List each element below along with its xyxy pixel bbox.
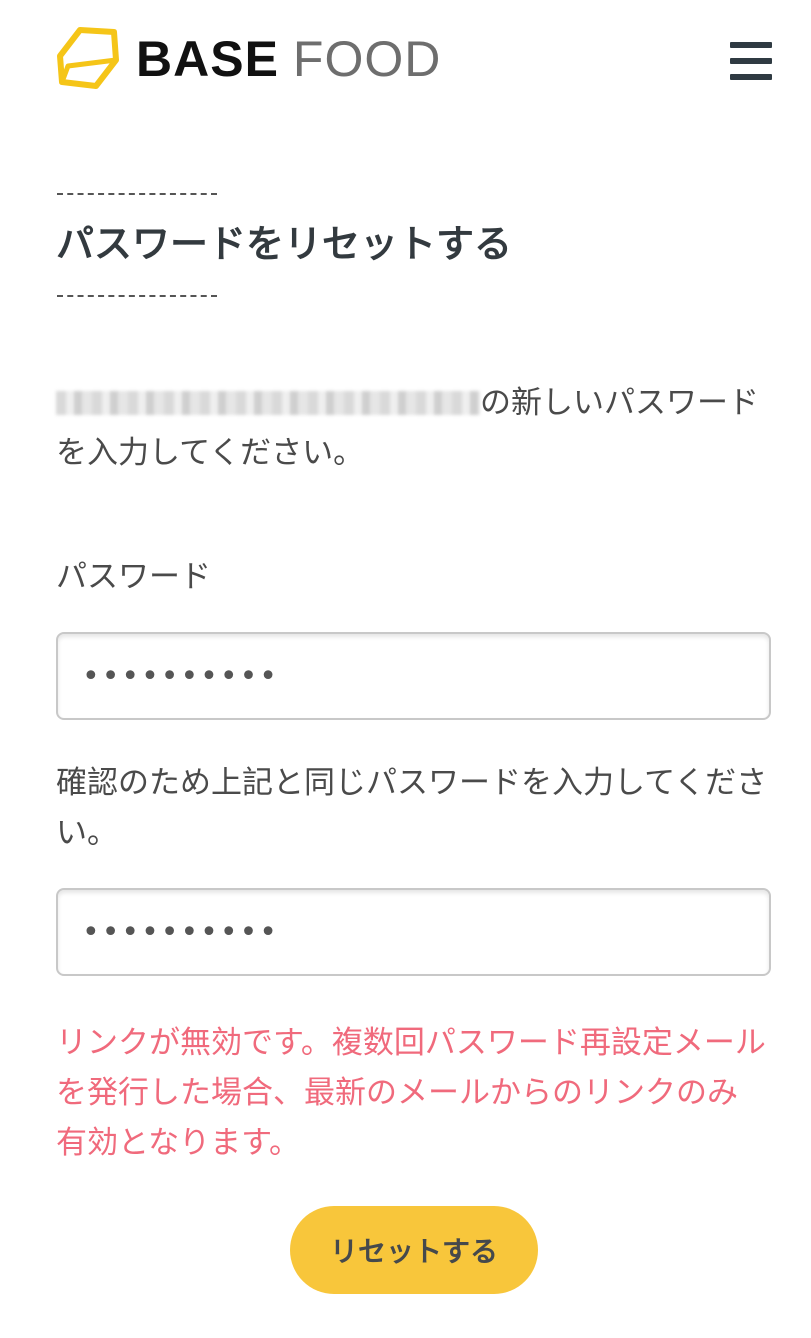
intro-text: の新しいパスワードを入力してください。	[56, 378, 776, 478]
brand-logo[interactable]: BASE FOOD	[56, 26, 441, 92]
brand-name-light: FOOD	[292, 31, 442, 87]
password-input[interactable]	[56, 632, 771, 720]
brand-wordmark: BASE FOOD	[136, 34, 441, 84]
error-message: リンクが無効です。複数回パスワード再設定メールを発行した場合、最新のメールからの…	[56, 1025, 766, 1161]
hamburger-menu-icon[interactable]	[728, 42, 774, 82]
hexagon-logo-icon	[57, 27, 119, 89]
masked-email	[56, 391, 480, 415]
title-divider-bottom	[57, 295, 217, 297]
site-header: BASE FOOD	[0, 0, 811, 120]
password-label: パスワード	[56, 559, 211, 595]
page-title: パスワードをリセットする	[56, 222, 513, 266]
reset-button[interactable]: リセットする	[290, 1206, 538, 1294]
confirm-password-input[interactable]	[56, 888, 771, 976]
brand-name-bold: BASE	[136, 31, 279, 87]
title-divider-top	[57, 193, 217, 195]
confirm-password-label: 確認のため上記と同じパスワードを入力してください。	[56, 765, 768, 851]
